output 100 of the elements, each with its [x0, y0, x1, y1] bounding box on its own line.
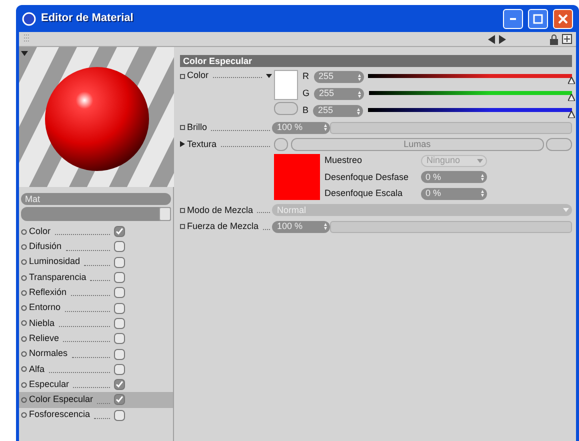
- maximize-button[interactable]: [528, 8, 548, 28]
- channel-letter: R: [302, 70, 309, 84]
- spinner-icon[interactable]: [324, 223, 327, 230]
- dropdown-icon[interactable]: [21, 51, 28, 56]
- channel-label: Transparencia: [29, 270, 86, 284]
- checkbox[interactable]: [114, 272, 125, 284]
- dropdown-icon[interactable]: [266, 74, 272, 78]
- minimize-icon: [510, 18, 516, 20]
- checkbox[interactable]: [114, 364, 125, 375]
- channel-label: Color Especular: [29, 393, 94, 406]
- channel-label: Reflexión: [29, 286, 67, 300]
- maximize-icon: [533, 14, 543, 24]
- slider-thumb[interactable]: [568, 94, 575, 101]
- color-swatch: [274, 70, 298, 100]
- channel-label: Niebla: [29, 316, 55, 330]
- bullet-icon: [21, 228, 27, 235]
- field-label: Fuerza de Mezcla: [187, 220, 259, 233]
- field-label: Desenfoque Escala: [324, 187, 404, 200]
- channel-label: Entorno: [29, 301, 61, 314]
- bullet-icon: [21, 351, 27, 358]
- app-icon: [22, 12, 36, 26]
- bullet-icon: [21, 412, 27, 418]
- slider-thumb[interactable]: [568, 77, 575, 84]
- bullet-icon: [21, 305, 27, 312]
- right-arrow-icon[interactable]: [499, 34, 506, 44]
- field-label: Muestreo: [324, 154, 364, 167]
- spinner-icon[interactable]: [358, 90, 362, 98]
- bullet-icon: [180, 125, 185, 130]
- spinner-icon[interactable]: [358, 74, 360, 80]
- bullet-icon: [21, 274, 27, 281]
- slider-bar[interactable]: [330, 122, 572, 134]
- minimize-button[interactable]: [503, 8, 523, 28]
- channel-dropdown[interactable]: [21, 207, 171, 221]
- bullet-icon: [21, 244, 27, 250]
- checkbox[interactable]: [114, 394, 125, 406]
- channel-letter: B: [302, 104, 309, 118]
- spinner-icon[interactable]: [480, 190, 484, 198]
- checkbox[interactable]: [114, 410, 125, 421]
- channel-item[interactable]: Luminosidad: [19, 254, 173, 270]
- channel-item[interactable]: Alfa: [19, 362, 173, 377]
- bullet-icon: [180, 208, 185, 213]
- field-label: Modo de Mezcla: [187, 204, 254, 216]
- spinner-icon[interactable]: [480, 174, 484, 181]
- channel-item[interactable]: Transparencia: [19, 270, 173, 286]
- section-header: Color Especular: [180, 55, 572, 67]
- slider-bar[interactable]: [330, 220, 572, 233]
- checkbox[interactable]: [114, 333, 125, 344]
- new-window-icon[interactable]: [562, 34, 572, 44]
- checkbox[interactable]: [114, 348, 125, 360]
- checkbox[interactable]: [114, 302, 125, 314]
- texture-small-button[interactable]: [274, 138, 288, 151]
- bullet-icon: [180, 74, 185, 78]
- bullet-icon: [21, 382, 27, 388]
- window-title: Editor de Material: [41, 11, 134, 26]
- channel-label: Luminosidad: [29, 255, 80, 268]
- channel-item[interactable]: Color: [19, 224, 173, 240]
- channel-label: Alfa: [29, 362, 45, 376]
- bullet-icon: [21, 366, 27, 372]
- close-button[interactable]: [553, 8, 573, 28]
- checkbox[interactable]: [114, 226, 125, 238]
- channel-label: Normales: [29, 347, 68, 360]
- channel-item[interactable]: Reflexión: [19, 285, 173, 300]
- channel-label: Relieve: [29, 332, 60, 345]
- channel-item[interactable]: Entorno: [19, 300, 173, 316]
- bullet-icon: [21, 259, 27, 266]
- close-icon: [558, 14, 568, 24]
- channel-item[interactable]: Difusión: [19, 239, 173, 255]
- channel-item[interactable]: Relieve: [19, 331, 173, 346]
- texture-swatch: [274, 154, 320, 200]
- channel-label: Fosforescencia: [29, 408, 90, 422]
- channel-label: Especular: [29, 378, 70, 391]
- channel-item[interactable]: Fosforescencia: [19, 408, 173, 423]
- checkbox[interactable]: [114, 287, 125, 298]
- bullet-icon: [21, 320, 27, 326]
- channel-label: Color: [29, 224, 51, 238]
- left-arrow-icon[interactable]: [488, 34, 495, 44]
- grip-icon: [23, 34, 31, 44]
- bullet-icon: [21, 396, 27, 403]
- channel-item[interactable]: Normales: [19, 346, 173, 362]
- lock-icon[interactable]: [550, 34, 558, 44]
- field-label: Brillo: [187, 121, 208, 134]
- channel-item[interactable]: Color Especular: [19, 392, 173, 408]
- channel-letter: G: [302, 87, 310, 100]
- field-label: Color: [187, 69, 209, 82]
- checkbox[interactable]: [114, 318, 125, 329]
- checkbox[interactable]: [114, 241, 125, 252]
- field-label: Textura: [187, 138, 217, 150]
- slider-thumb[interactable]: [568, 111, 575, 118]
- channel-item[interactable]: Niebla: [19, 316, 173, 332]
- texture-more-button[interactable]: [546, 138, 572, 151]
- bullet-icon: [21, 290, 27, 296]
- channel-label: Difusión: [29, 240, 62, 254]
- spinner-icon[interactable]: [357, 108, 360, 114]
- picker-button[interactable]: [274, 102, 298, 116]
- spinner-icon[interactable]: [324, 124, 327, 132]
- checkbox[interactable]: [114, 256, 125, 268]
- channel-item[interactable]: Especular: [19, 376, 173, 392]
- checkbox[interactable]: [114, 379, 125, 390]
- bullet-icon: [180, 224, 185, 230]
- expand-icon[interactable]: [180, 141, 185, 148]
